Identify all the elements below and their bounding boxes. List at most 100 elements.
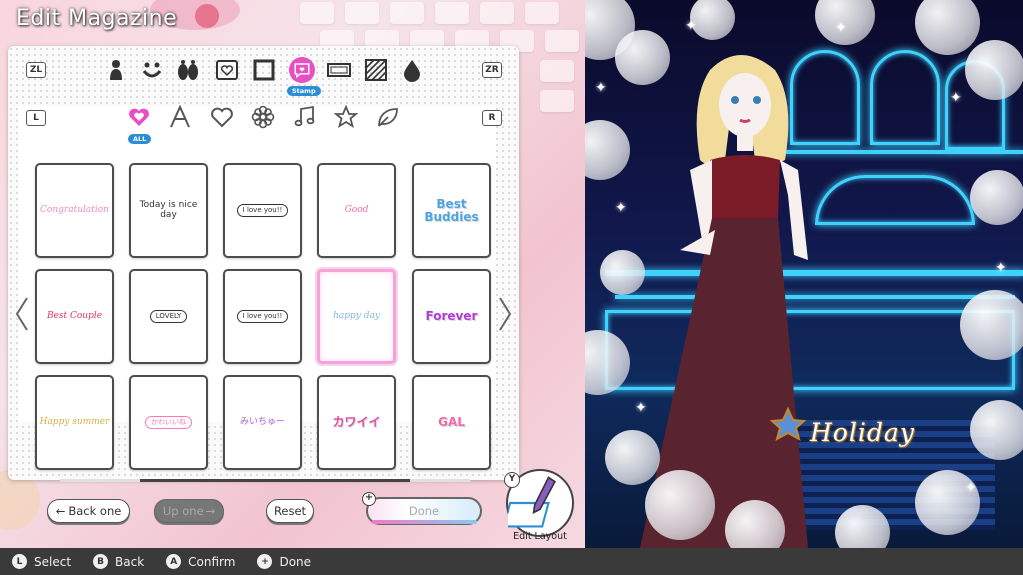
stamp-tile[interactable]: みいちゅー [223, 375, 302, 470]
stamp-preview-text: Best Couple [46, 310, 103, 321]
stamp-tile[interactable]: happy day [317, 269, 396, 364]
star-sticker-icon [769, 406, 807, 442]
stamp-preview-text: Good [344, 204, 369, 215]
subcategory-heart-tab[interactable] [209, 104, 235, 130]
stamp-tile[interactable]: Today is nice day [129, 163, 208, 258]
flower-icon [251, 105, 275, 129]
category-selected-label: Stamp [287, 86, 321, 96]
drop-icon [404, 60, 420, 82]
stamp-tile[interactable]: I love you!! [223, 269, 302, 364]
category-face-tab[interactable] [139, 57, 165, 83]
key-b-icon: B [93, 554, 109, 569]
up-one-button[interactable]: Up one → [154, 499, 224, 523]
done-label: Done [408, 504, 440, 518]
stamp-preview-text: Today is nice day [139, 200, 198, 220]
reset-label: Reset [273, 504, 307, 518]
stamp-tile[interactable]: Good [317, 163, 396, 258]
hint-select: L Select [12, 554, 71, 569]
music-note-icon [294, 105, 315, 127]
stamp-preview-text: I love you!! [236, 203, 289, 218]
category-square-frame-tab[interactable] [251, 57, 277, 83]
category-banner-tab[interactable] [326, 57, 352, 83]
control-hints-bar: L Select B Back A Confirm + Done [0, 548, 1023, 575]
hint-confirm: A Confirm [166, 554, 235, 569]
category-drop-tab[interactable] [399, 57, 425, 83]
stamp-preview-text: LOVELY [149, 309, 188, 324]
zl-button[interactable]: ZL [26, 62, 46, 78]
subcategory-letter-tab[interactable] [167, 104, 193, 130]
l-label: L [33, 113, 39, 123]
category-pattern-tab[interactable] [363, 57, 389, 83]
heart-outline-icon [211, 107, 233, 128]
page-next-arrow[interactable] [497, 296, 513, 332]
stamp-tile[interactable]: カワイイ [317, 375, 396, 470]
stamp-tile[interactable]: Best Couple [35, 269, 114, 364]
stamp-tile[interactable]: Congratulation [35, 163, 114, 258]
stamp-preview-text: happy day [333, 310, 380, 321]
stamp-tile[interactable]: かわいいね [129, 375, 208, 470]
page-prev-arrow[interactable] [14, 296, 30, 332]
back-one-button[interactable]: ← Back one [47, 499, 130, 523]
hint-done: + Done [257, 554, 311, 569]
reset-button[interactable]: Reset [266, 499, 314, 523]
zl-label: ZL [29, 65, 43, 75]
holiday-stamp-text[interactable]: Holiday [810, 418, 915, 447]
plus-key-badge: + [362, 492, 376, 506]
subcategory-leaf-tab[interactable] [375, 104, 401, 130]
person-silhouette-icon [110, 60, 122, 80]
arrow-left-icon: ← [55, 504, 66, 518]
stamp-tile[interactable]: Best Buddies [412, 163, 491, 258]
subcategory-all-tab[interactable] [126, 104, 152, 130]
stamp-preview-text: Happy summer [39, 416, 110, 427]
stamp-preview-text: GAL [438, 415, 465, 430]
stamp-tile[interactable]: GAL [412, 375, 491, 470]
subcategory-music-tab[interactable] [292, 104, 318, 130]
page-title: Edit Magazine [16, 6, 178, 31]
heart-all-icon [129, 108, 149, 126]
up-one-label: Up one [162, 504, 204, 518]
stamp-preview-text: I love you!! [236, 309, 289, 324]
smile-icon [142, 62, 162, 78]
stamp-tile[interactable]: Forever [412, 269, 491, 364]
hint-label: Select [34, 554, 72, 569]
r-label: R [488, 113, 496, 123]
zr-label: ZR [485, 65, 499, 75]
r-button[interactable]: R [482, 110, 502, 126]
stamp-preview-text: Forever [425, 309, 478, 324]
square-frame-icon [253, 59, 275, 81]
stamp-preview-text: Best Buddies [424, 196, 479, 224]
category-heart-frame-tab[interactable] [214, 57, 240, 83]
hint-label: Back [115, 554, 145, 569]
stamp-tile[interactable]: LOVELY [129, 269, 208, 364]
heart-frame-icon [216, 60, 238, 80]
l-button[interactable]: L [26, 110, 46, 126]
category-animal-tab[interactable] [175, 57, 201, 83]
y-key-badge: Y [504, 472, 520, 488]
page-scrollbar-thumb[interactable] [140, 479, 410, 482]
stamp-tile[interactable]: I love you!! [223, 163, 302, 258]
stamp-preview-text: カワイイ [332, 415, 381, 430]
neon-arch [870, 50, 940, 145]
character-preview-scene: ✦ ✦ ✦ ✦ ✦ ✦ ✦ ✦ [585, 0, 1023, 548]
subcategory-flower-tab[interactable] [250, 104, 276, 130]
category-stamp-tab[interactable] [289, 57, 315, 83]
edit-layout-label: Edit Layout [513, 531, 567, 542]
stamp-tile[interactable]: Happy summer [35, 375, 114, 470]
subcategory-selected-label: ALL [128, 134, 152, 144]
stamp-preview-text: みいちゅー [239, 416, 285, 427]
hint-back: B Back [93, 554, 144, 569]
hint-label: Confirm [188, 554, 236, 569]
arrow-right-icon: → [205, 504, 216, 518]
stamp-preview-text: Congratulation [40, 204, 109, 215]
key-a-icon: A [166, 554, 182, 569]
banner-icon [327, 63, 351, 77]
category-person-tab[interactable] [103, 57, 129, 83]
zr-button[interactable]: ZR [482, 62, 502, 78]
subcategory-star-tab[interactable] [333, 104, 359, 130]
hint-label: Done [279, 554, 312, 569]
done-highlight-bar [372, 520, 477, 524]
key-plus-icon: + [257, 554, 273, 569]
leaf-icon [378, 108, 398, 127]
letter-a-icon [170, 105, 190, 128]
stamp-icon [294, 63, 310, 79]
